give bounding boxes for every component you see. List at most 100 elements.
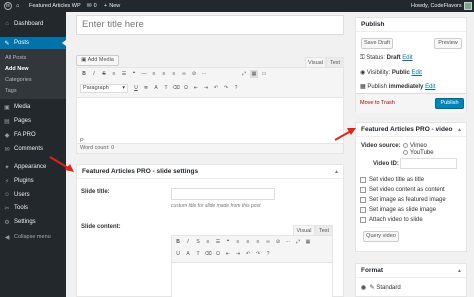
clear-formatting-icon[interactable]: ⌫ — [204, 250, 212, 258]
sidebar-item-posts[interactable]: ✎ Posts — [0, 37, 66, 49]
align-left-icon[interactable]: ≡ — [150, 70, 158, 78]
toolbar-toggle-icon[interactable]: ▦ — [304, 238, 312, 246]
move-to-trash-link[interactable]: Move to Trash — [360, 100, 395, 106]
indent-icon[interactable]: ⇥ — [234, 250, 242, 258]
tab-text[interactable]: Text — [326, 57, 344, 67]
outdent-icon[interactable]: ⇤ — [224, 250, 232, 258]
bullet-list-icon[interactable]: ≡ — [204, 238, 212, 246]
slide-settings-title[interactable]: Featured Articles PRO - slide settings — [77, 165, 343, 179]
edit-visibility-link[interactable]: Edit — [412, 70, 422, 76]
format-box-title[interactable]: Format — [356, 264, 466, 278]
slide-tab-visual[interactable]: Visual — [293, 225, 315, 235]
source-vimeo-radio[interactable]: Vimeo — [403, 143, 427, 149]
align-right-icon[interactable]: ≡ — [254, 238, 262, 246]
slide-content-area[interactable] — [172, 262, 332, 297]
publish-button[interactable]: Publish — [435, 98, 464, 109]
source-youtube-radio[interactable]: YouTube — [403, 150, 434, 156]
undo-icon[interactable]: ↶ — [212, 84, 220, 92]
read-more-icon[interactable]: ⋯ — [284, 238, 292, 246]
comments-link[interactable]: ✉ 0 — [87, 0, 97, 12]
format-select[interactable]: Paragraph ▾ — [80, 84, 128, 93]
help-icon[interactable]: ? — [264, 250, 272, 258]
toggle-arrow-icon[interactable]: ▲ — [457, 268, 462, 274]
bold-icon[interactable]: B — [80, 70, 88, 78]
sidebar-item-plugins[interactable]: ⚡ Plugins — [0, 175, 66, 187]
clear-formatting-icon[interactable]: ⌫ — [172, 84, 180, 92]
submenu-categories[interactable]: Categories — [5, 77, 32, 83]
new-content-link[interactable]: + New — [104, 0, 120, 12]
edit-status-link[interactable]: Edit — [402, 55, 412, 61]
underline-icon[interactable]: U — [174, 250, 182, 258]
user-account-link[interactable]: Howdy, CodeFlavors — [411, 0, 472, 12]
redo-icon[interactable]: ↷ — [222, 84, 230, 92]
post-title-input[interactable]: Enter title here — [76, 15, 344, 35]
read-more-icon[interactable]: ⋯ — [200, 70, 208, 78]
slider-plugin-icon[interactable]: ▭ — [260, 70, 268, 78]
submenu-all-posts[interactable]: All Posts — [5, 55, 26, 61]
text-color-icon[interactable]: A — [184, 250, 192, 258]
wordpress-logo-icon[interactable]: W — [4, 0, 12, 12]
slide-tab-text[interactable]: Text — [315, 225, 333, 235]
submenu-add-new[interactable]: Add New — [5, 66, 29, 72]
site-name-link[interactable]: Featured Articles WP — [29, 0, 81, 12]
video-box-title[interactable]: Featured Articles PRO - video — [356, 123, 466, 137]
blockquote-icon[interactable]: ❝ — [224, 238, 232, 246]
bullet-list-icon[interactable]: ≡ — [110, 70, 118, 78]
slide-title-input[interactable] — [171, 188, 275, 200]
sidebar-item-tools[interactable]: ✂ Tools — [0, 202, 66, 214]
numbered-list-icon[interactable]: ☰ — [214, 238, 222, 246]
numbered-list-icon[interactable]: ☰ — [120, 70, 128, 78]
redo-icon[interactable]: ↷ — [254, 250, 262, 258]
align-left-icon[interactable]: ≡ — [234, 238, 242, 246]
align-center-icon[interactable]: ≡ — [160, 70, 168, 78]
help-icon[interactable]: ? — [232, 84, 240, 92]
sidebar-item-settings[interactable]: ⚙ Settings — [0, 216, 66, 228]
outdent-icon[interactable]: ⇤ — [192, 84, 200, 92]
align-right-icon[interactable]: ≡ — [170, 70, 178, 78]
link-icon[interactable]: ∞ — [180, 70, 188, 78]
paste-text-icon[interactable]: T — [194, 250, 202, 258]
italic-icon[interactable]: I — [90, 70, 98, 78]
unlink-icon[interactable]: ⊘ — [274, 238, 282, 246]
sidebar-item-comments[interactable]: ✉ Comments — [0, 143, 66, 155]
undo-icon[interactable]: ↶ — [244, 250, 252, 258]
sidebar-item-pages[interactable]: ▤ Pages — [0, 115, 66, 127]
sidebar-item-media[interactable]: ▣ Media — [0, 101, 66, 113]
sidebar-item-users[interactable]: ☺ Users — [0, 189, 66, 201]
special-char-icon[interactable]: Ω — [214, 250, 222, 258]
collapse-menu-button[interactable]: ◀ Collapse menu — [0, 231, 66, 243]
italic-icon[interactable]: I — [184, 238, 192, 246]
special-char-icon[interactable]: Ω — [182, 84, 190, 92]
featured-image-checkbox[interactable] — [360, 197, 366, 203]
sidebar-item-fa-pro[interactable]: ◆ FA PRO — [0, 129, 66, 141]
edit-date-link[interactable]: Edit — [425, 84, 435, 90]
fullscreen-icon[interactable]: ⤢ — [240, 70, 248, 78]
toolbar-toggle-icon[interactable]: ▦ — [250, 70, 258, 78]
toggle-arrow-icon[interactable]: ▲ — [457, 127, 462, 133]
editor-content-area[interactable] — [77, 98, 343, 143]
preview-button[interactable]: Preview — [434, 38, 462, 49]
format-standard-radio[interactable]: ✎ Standard — [361, 284, 401, 291]
link-icon[interactable]: ∞ — [264, 238, 272, 246]
indent-icon[interactable]: ⇥ — [202, 84, 210, 92]
bold-icon[interactable]: B — [174, 238, 182, 246]
publish-box-title[interactable]: Publish — [356, 18, 466, 32]
slide-image-checkbox[interactable] — [360, 207, 366, 213]
paste-text-icon[interactable]: T — [162, 84, 170, 92]
strikethrough-icon[interactable]: S — [100, 70, 108, 78]
home-icon[interactable]: ⌂ — [16, 0, 19, 12]
add-media-button[interactable]: ▣ Add Media — [76, 55, 119, 66]
query-video-button[interactable]: Query video — [363, 231, 399, 242]
underline-icon[interactable]: U — [132, 84, 140, 92]
tab-visual[interactable]: Visual — [305, 57, 326, 67]
align-center-icon[interactable]: ≡ — [244, 238, 252, 246]
toggle-arrow-icon[interactable]: ▲ — [334, 169, 339, 175]
sidebar-item-dashboard[interactable]: ⌂ Dashboard — [0, 18, 66, 30]
save-draft-button[interactable]: Save Draft — [361, 38, 393, 49]
submenu-tags[interactable]: Tags — [5, 88, 17, 94]
strikethrough-icon[interactable]: S — [194, 238, 202, 246]
unlink-icon[interactable]: ⊘ — [190, 70, 198, 78]
attach-video-checkbox[interactable] — [360, 217, 366, 223]
justify-icon[interactable]: ≣ — [142, 84, 150, 92]
text-color-icon[interactable]: A — [152, 84, 160, 92]
